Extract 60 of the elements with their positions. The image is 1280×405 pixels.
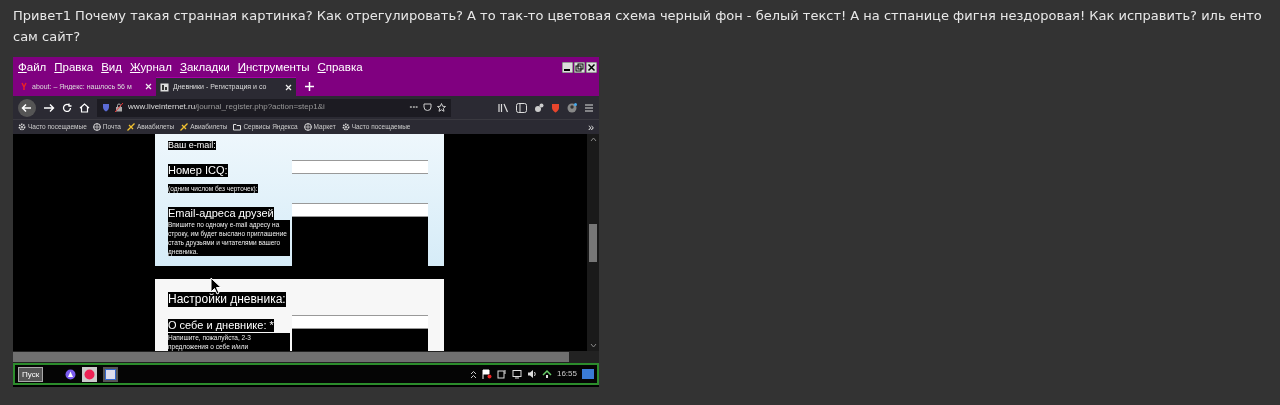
- menu-item[interactable]: Файл: [18, 60, 47, 74]
- menu-item[interactable]: Вид: [101, 60, 122, 74]
- clock-text: 16:55: [556, 369, 577, 379]
- speaker-icon[interactable]: [526, 369, 537, 379]
- monitor-icon[interactable]: [511, 369, 522, 379]
- menu-item[interactable]: Справка: [317, 60, 363, 74]
- menu-item[interactable]: Закладки: [179, 60, 230, 74]
- plus-icon[interactable]: [304, 81, 315, 92]
- sidebar-icon[interactable]: [516, 102, 527, 113]
- reload-icon[interactable]: [62, 102, 72, 113]
- star-icon[interactable]: [437, 103, 446, 112]
- gear-icon: [18, 123, 26, 131]
- field-label: Номер ICQ:: [168, 163, 228, 177]
- menu-item[interactable]: Журнал: [129, 60, 172, 74]
- account-icon[interactable]: [567, 102, 577, 113]
- folder-icon: [233, 123, 242, 131]
- forward-icon[interactable]: [43, 102, 55, 113]
- flag-icon[interactable]: [481, 369, 492, 379]
- pocket-icon[interactable]: [423, 103, 432, 112]
- back-icon[interactable]: [18, 98, 36, 117]
- letter-y-icon: [20, 82, 28, 91]
- circle-icon[interactable]: [65, 368, 77, 380]
- input-field[interactable]: [292, 315, 428, 329]
- shield-icon[interactable]: [551, 102, 560, 113]
- globe-icon: [92, 123, 101, 131]
- post-text: Привет1 Почему такая странная картинка? Как отрегулировать? А то так-то цветовая схема черный фон - белый текст! А на стпанице фигня нездоровая! Как исправить? иль енто сам сайт?: [13, 7, 1263, 46]
- horizontal-scrollbar[interactable]: [13, 351, 599, 363]
- menu-item[interactable]: Инструменты: [237, 60, 310, 74]
- plane-icon: [126, 123, 135, 131]
- shield-icon: [102, 103, 110, 112]
- globe-icon: [303, 123, 312, 131]
- address-field[interactable]: www.liveinternet.ru/journal_register.php?action=step1&i •••: [97, 98, 451, 117]
- field-label: Email-адреса друзей: [168, 206, 274, 220]
- input-field[interactable]: [292, 202, 428, 217]
- field-label: Ваш e-mail:: [168, 141, 216, 150]
- page-actions-menu[interactable]: •••: [409, 103, 418, 112]
- chevron-up-icon[interactable]: [469, 369, 477, 379]
- window-icon[interactable]: [103, 366, 119, 382]
- library-icon[interactable]: [498, 102, 509, 113]
- scroll-thumb[interactable]: [589, 223, 597, 262]
- minimize-icon[interactable]: [562, 61, 573, 73]
- plane-icon: [180, 123, 189, 131]
- field-label: О себе и дневнике: *: [168, 319, 274, 332]
- start-button[interactable]: Пуск: [18, 366, 44, 382]
- network-icon[interactable]: [541, 369, 552, 379]
- vertical-scrollbar[interactable]: [587, 134, 599, 351]
- menu-item[interactable]: Правка: [54, 60, 94, 74]
- input-field[interactable]: [292, 159, 428, 174]
- scroll-thumb[interactable]: [13, 352, 569, 362]
- restore-icon[interactable]: [574, 61, 585, 73]
- home-icon[interactable]: [79, 102, 90, 113]
- url-text: www.liveinternet.ru/journal_register.php?action=step1&i: [128, 103, 326, 112]
- browser-icon[interactable]: [82, 366, 98, 382]
- gear-icon: [341, 123, 350, 131]
- diary-icon: [160, 82, 169, 92]
- lock-icon: [115, 103, 123, 112]
- bookmarks-overflow[interactable]: »: [587, 121, 594, 133]
- menu-icon[interactable]: [584, 102, 594, 113]
- section-heading: Настройки дневника:: [168, 292, 286, 307]
- close-icon[interactable]: [586, 61, 597, 73]
